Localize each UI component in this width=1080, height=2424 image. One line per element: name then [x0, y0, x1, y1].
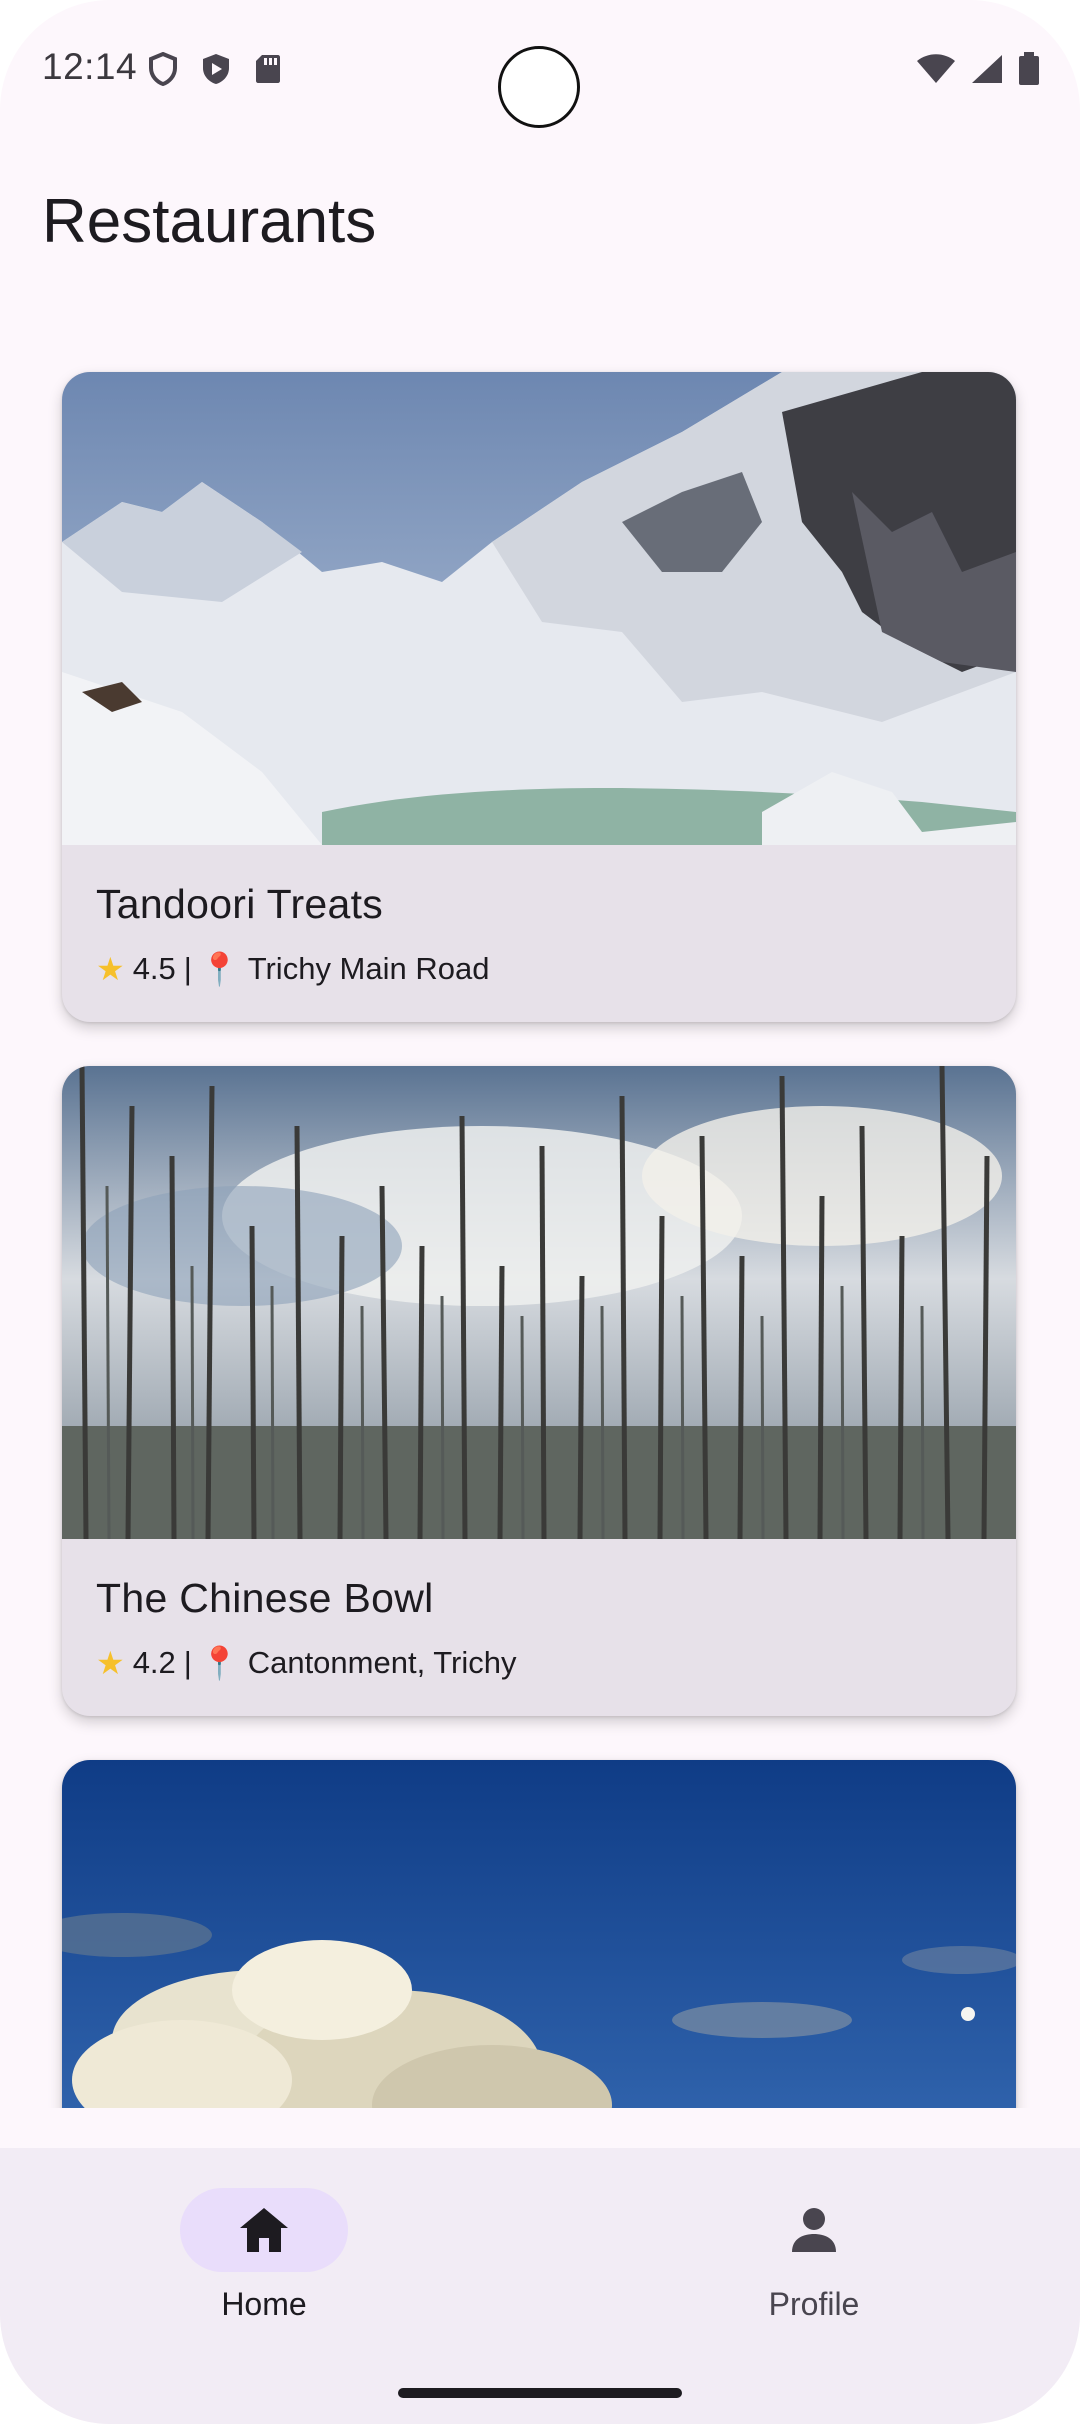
nav-label-profile: Profile — [768, 2286, 860, 2322]
restaurant-meta: ★ 4.5 | 📍 Trichy Main Road — [96, 950, 984, 988]
location-pin-icon: 📍 — [199, 951, 240, 987]
restaurant-card[interactable] — [62, 1760, 1016, 2108]
meta-separator: | — [183, 951, 192, 986]
status-bar: 12:14 — [0, 0, 1080, 140]
restaurant-card[interactable]: The Chinese Bowl ★ 4.2 | 📍 Cantonment, T… — [62, 1066, 1016, 1716]
gesture-home-bar[interactable] — [398, 2388, 682, 2398]
status-time: 12:14 — [42, 46, 138, 87]
restaurant-image-snowy-mountain-lake — [62, 372, 1016, 845]
page-title: Restaurants — [42, 187, 377, 256]
wifi-icon — [917, 54, 955, 83]
sd-card-icon — [256, 55, 280, 83]
person-icon — [792, 2208, 836, 2252]
shield-icon — [149, 52, 177, 86]
nav-indicator — [730, 2188, 898, 2272]
signal-icon — [972, 55, 1002, 83]
restaurant-image-blue-sky-cloud — [62, 1760, 1016, 2108]
meta-separator: | — [183, 1645, 192, 1680]
card-body: Tandoori Treats ★ 4.5 | 📍 Trichy Main Ro… — [62, 845, 1016, 1022]
restaurant-rating: 4.5 — [132, 951, 176, 986]
restaurant-image-bare-forest-clouds — [62, 1066, 1016, 1539]
location-pin-icon: 📍 — [199, 1645, 240, 1681]
nav-label-home: Home — [221, 2286, 307, 2322]
restaurant-location: Cantonment, Trichy — [247, 1645, 517, 1680]
phone-screen: 12:14 Restaurants Tandoori Treats ★ 4.5 … — [0, 0, 1080, 2424]
status-icons-left — [148, 52, 282, 86]
camera-cutout — [498, 46, 580, 128]
nav-item-home[interactable]: Home — [144, 2178, 384, 2348]
nav-indicator-active — [180, 2188, 348, 2272]
restaurant-rating: 4.2 — [132, 1645, 176, 1680]
nav-item-profile[interactable]: Profile — [694, 2178, 934, 2348]
status-icons-right — [916, 52, 1040, 86]
restaurant-card[interactable]: Tandoori Treats ★ 4.5 | 📍 Trichy Main Ro… — [62, 372, 1016, 1022]
card-body: The Chinese Bowl ★ 4.2 | 📍 Cantonment, T… — [62, 1539, 1016, 1716]
play-protect-icon — [203, 54, 229, 84]
star-icon: ★ — [96, 951, 125, 987]
star-icon: ★ — [96, 1645, 125, 1681]
restaurant-name: The Chinese Bowl — [96, 1575, 434, 1621]
restaurant-location: Trichy Main Road — [247, 951, 490, 986]
restaurant-name: Tandoori Treats — [96, 881, 384, 927]
battery-icon — [1019, 52, 1039, 85]
home-icon — [240, 2208, 288, 2252]
restaurant-meta: ★ 4.2 | 📍 Cantonment, Trichy — [96, 1644, 984, 1682]
bottom-navigation: Home Profile — [0, 2148, 1080, 2424]
restaurant-list[interactable]: Tandoori Treats ★ 4.5 | 📍 Trichy Main Ro… — [0, 340, 1080, 2108]
